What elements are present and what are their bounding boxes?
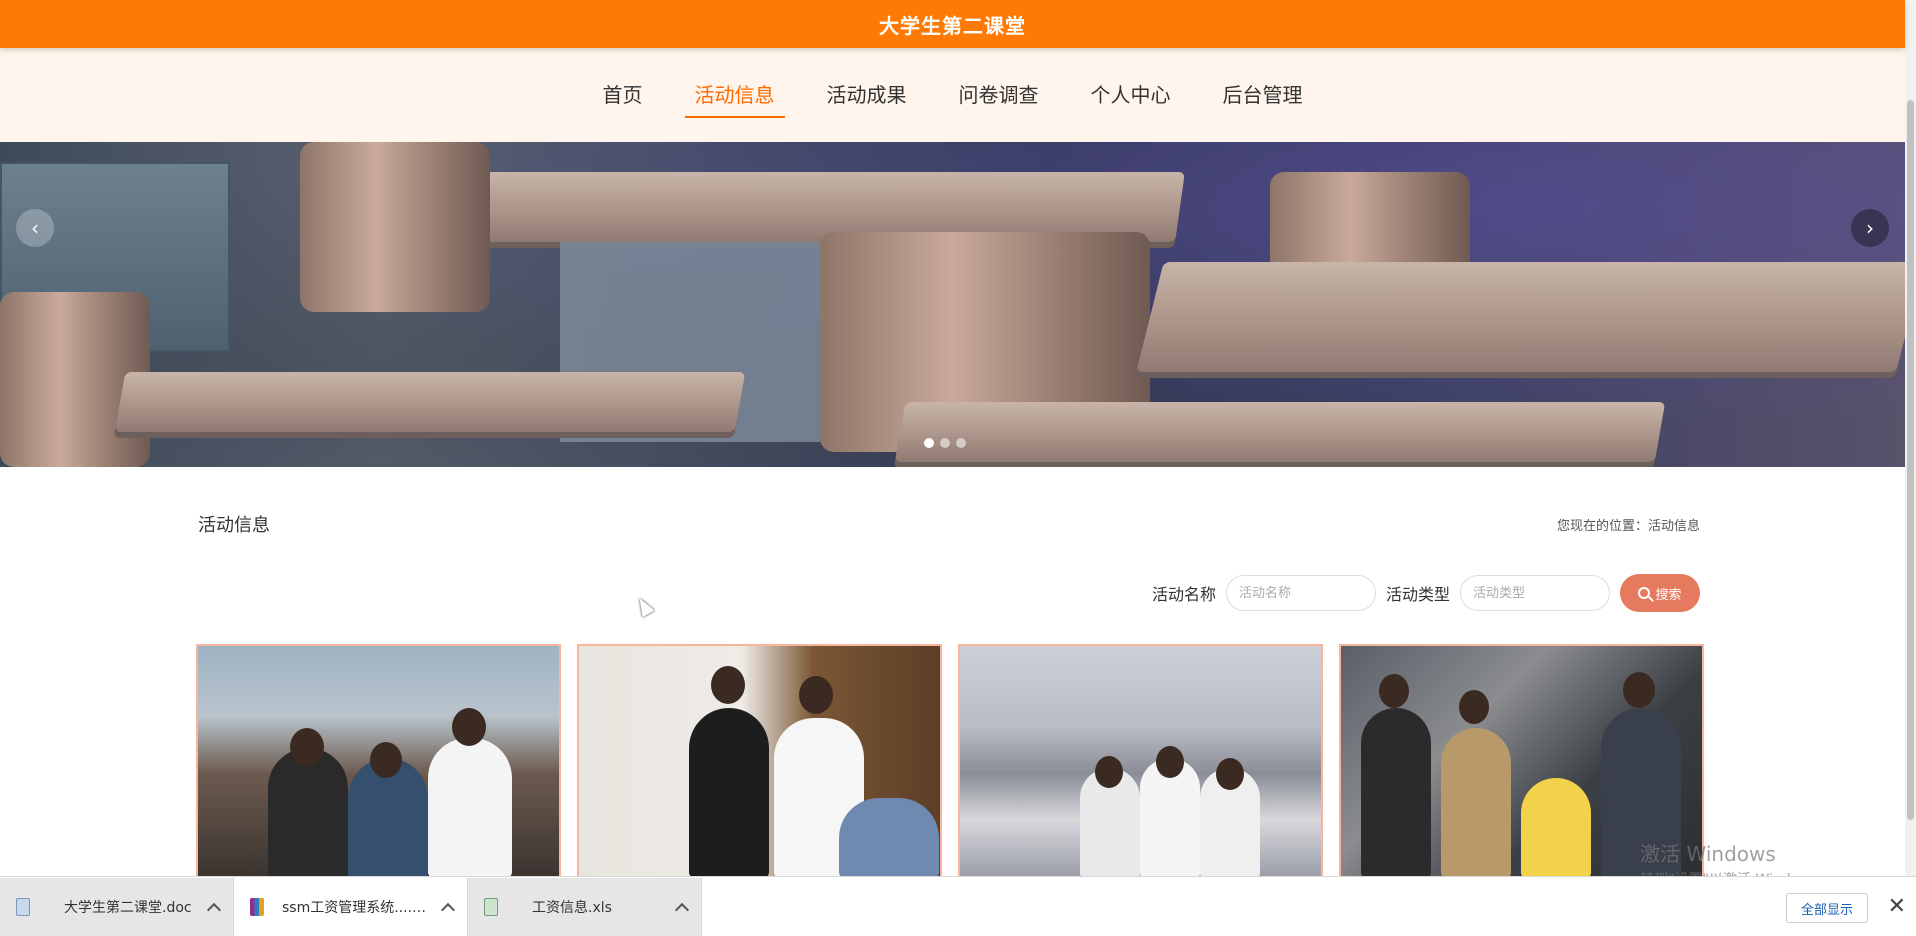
chevron-up-icon[interactable] — [206, 902, 222, 917]
nav-item-activity-info[interactable]: 活动信息 — [684, 75, 785, 118]
excel-doc-icon — [484, 897, 498, 916]
nav-item-survey[interactable]: 问卷调查 — [949, 75, 1049, 115]
activity-card-list — [196, 644, 1704, 880]
chevron-up-icon[interactable] — [440, 902, 456, 917]
person-head-graphic — [370, 742, 402, 778]
section-title: 活动信息 — [198, 515, 270, 536]
person-head-graphic — [711, 666, 745, 704]
person-head-graphic — [1623, 672, 1655, 708]
banner-carousel: ‹ › — [0, 142, 1905, 467]
activity-card[interactable] — [196, 644, 561, 880]
person-graphic — [428, 738, 512, 878]
chair-graphic — [300, 142, 490, 312]
person-graphic — [839, 798, 939, 878]
breadcrumb: 您现在的位置：活动信息 — [1556, 519, 1700, 534]
mouse-cursor-icon — [633, 594, 655, 618]
person-head-graphic — [799, 676, 833, 714]
person-graphic — [689, 708, 769, 878]
download-file-name: 工资信息.xls — [532, 899, 612, 916]
desk-graphic — [894, 402, 1666, 462]
scrollbar-thumb[interactable] — [1907, 100, 1914, 820]
desk-graphic — [1136, 262, 1905, 372]
nav-item-activity-results[interactable]: 活动成果 — [817, 75, 917, 115]
person-head-graphic — [290, 728, 324, 766]
person-head-graphic — [1216, 758, 1244, 790]
person-head-graphic — [1156, 746, 1184, 778]
person-graphic — [1361, 708, 1431, 878]
download-item[interactable]: 工资信息.xls — [468, 877, 702, 936]
site-title: 大学生第二课堂 — [879, 13, 1026, 38]
close-download-bar-icon[interactable]: ✕ — [1888, 893, 1906, 921]
page-scrollbar[interactable] — [1905, 0, 1916, 876]
download-bar: 大学生第二课堂.doc ssm工资管理系统....zip 工资信息.xls 全部… — [0, 876, 1916, 936]
carousel-prev-button[interactable]: ‹ — [16, 209, 54, 247]
carousel-dot[interactable] — [956, 438, 966, 448]
page: 大学生第二课堂 首页 活动信息 活动成果 问卷调查 个人中心 后台管理 ‹ › … — [0, 0, 1916, 936]
activity-type-input[interactable] — [1460, 575, 1610, 611]
person-head-graphic — [1379, 674, 1409, 708]
person-graphic — [268, 748, 348, 878]
download-item[interactable]: 大学生第二课堂.doc — [0, 877, 234, 936]
person-graphic — [1521, 778, 1591, 878]
watermark-line-1: 激活 Windows — [1640, 842, 1776, 866]
download-file-name: 大学生第二课堂.doc — [64, 899, 192, 916]
zip-archive-icon — [250, 897, 264, 916]
download-file-name: ssm工资管理系统....zip — [282, 899, 431, 916]
activity-type-label: 活动类型 — [1385, 585, 1450, 604]
person-head-graphic — [1095, 756, 1123, 788]
carousel-next-button[interactable]: › — [1851, 209, 1889, 247]
main-nav: 首页 活动信息 活动成果 问卷调查 个人中心 后台管理 — [0, 48, 1905, 142]
show-all-downloads-button[interactable]: 全部显示 — [1785, 893, 1868, 923]
activity-name-input[interactable] — [1225, 575, 1376, 611]
chevron-up-icon[interactable] — [674, 902, 690, 917]
carousel-dots — [924, 438, 966, 448]
carousel-dot[interactable] — [940, 438, 950, 448]
search-icon — [1638, 587, 1651, 599]
activity-card[interactable] — [577, 644, 942, 880]
nav-item-home[interactable]: 首页 — [593, 75, 653, 115]
person-head-graphic — [1459, 690, 1489, 724]
person-head-graphic — [452, 708, 486, 746]
carousel-dot[interactable] — [924, 438, 934, 448]
nav-item-personal-center[interactable]: 个人中心 — [1081, 75, 1181, 115]
person-graphic — [1441, 728, 1511, 878]
top-bar: 大学生第二课堂 — [0, 0, 1905, 48]
nav-item-admin[interactable]: 后台管理 — [1213, 75, 1313, 115]
activity-card[interactable] — [958, 644, 1323, 880]
activity-name-label: 活动名称 — [1151, 585, 1216, 604]
search-button-label: 搜索 — [1655, 587, 1682, 603]
download-item[interactable]: ssm工资管理系统....zip — [234, 877, 468, 936]
search-form: 活动名称 活动类型 搜索 — [1151, 574, 1700, 612]
word-doc-icon — [16, 897, 30, 916]
desk-graphic — [114, 372, 746, 432]
search-button[interactable]: 搜索 — [1620, 574, 1700, 612]
